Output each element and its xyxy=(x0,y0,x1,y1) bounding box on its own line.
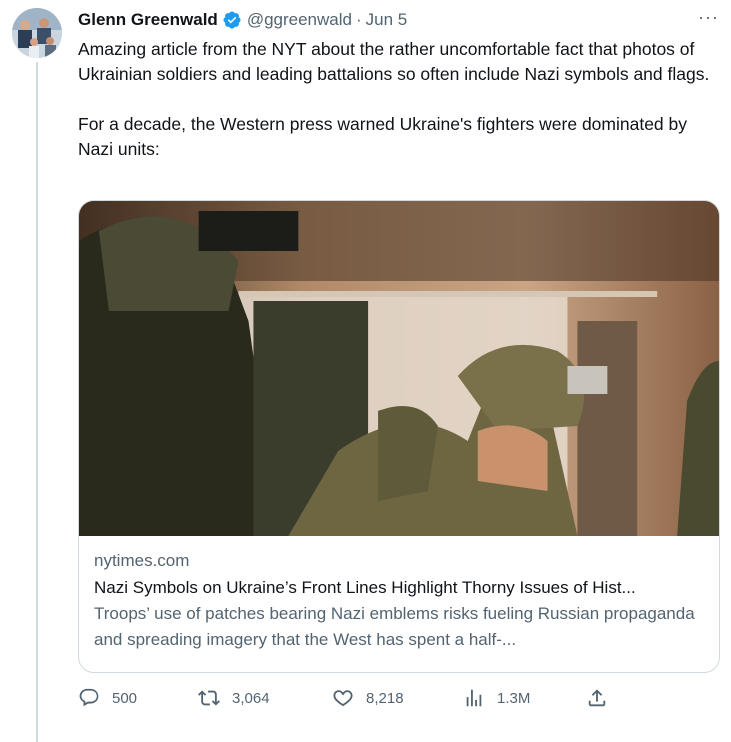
tweet-text: Amazing article from the NYT about the r… xyxy=(78,39,710,159)
analytics-icon xyxy=(466,689,482,707)
card-description: Troops’ use of patches bearing Nazi embl… xyxy=(94,604,695,649)
views-count: 1.3M xyxy=(497,689,531,707)
thread-connector-line xyxy=(36,62,38,742)
avatar-photo xyxy=(12,8,62,58)
separator-dot: · xyxy=(355,10,362,29)
author-name[interactable]: Glenn Greenwald xyxy=(78,10,218,30)
reply-button[interactable]: 500 xyxy=(78,687,137,709)
like-button[interactable]: 8,218 xyxy=(332,687,404,709)
retweet-count: 3,064 xyxy=(232,689,270,707)
card-title[interactable]: Nazi Symbols on Ukraine’s Front Lines Hi… xyxy=(94,575,704,601)
card-meta: nytimes.com Nazi Symbols on Ukraine’s Fr… xyxy=(94,549,704,653)
retweet-button[interactable]: 3,064 xyxy=(198,687,270,709)
tweet-actions: 500 3,064 8,218 1.3M xyxy=(78,687,618,715)
author-handle[interactable]: @ggreenwald xyxy=(247,10,352,30)
card-domain: nytimes.com xyxy=(94,551,190,570)
avatar[interactable] xyxy=(12,8,62,58)
like-count: 8,218 xyxy=(366,689,404,707)
reply-count: 500 xyxy=(112,689,138,707)
link-preview-card[interactable]: nytimes.com Nazi Symbols on Ukraine’s Fr… xyxy=(78,200,720,673)
verified-badge-icon xyxy=(223,11,241,29)
article-photo xyxy=(79,201,719,536)
views-button[interactable]: 1.3M xyxy=(463,687,530,709)
reply-icon xyxy=(79,688,99,707)
heart-icon xyxy=(333,690,353,707)
tweet-date[interactable]: Jun 5 xyxy=(366,10,408,30)
tweet-header: Glenn Greenwald @ggreenwald · Jun 5 ··· xyxy=(78,7,719,31)
share-icon xyxy=(588,689,606,707)
retweet-icon xyxy=(198,690,220,706)
share-button[interactable] xyxy=(586,687,620,709)
more-options-icon[interactable]: ··· xyxy=(698,7,719,28)
